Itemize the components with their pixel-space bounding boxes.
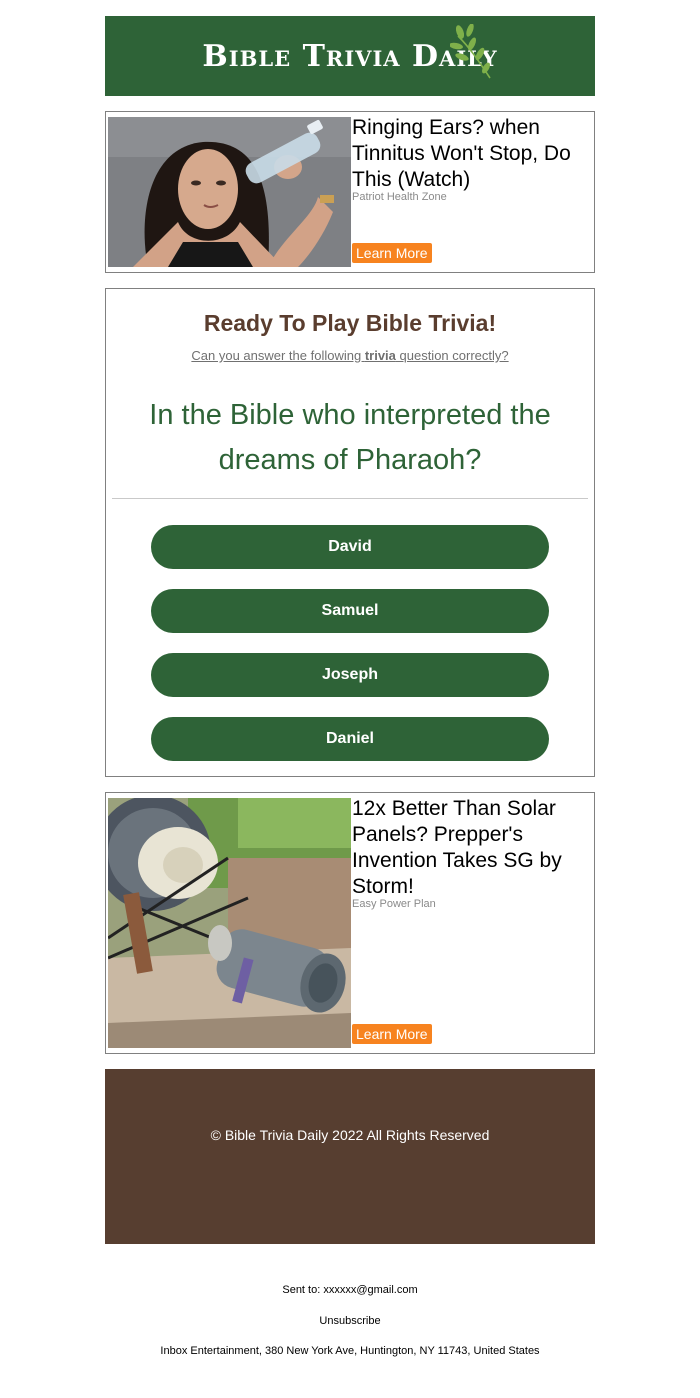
quiz-subtitle-suffix: question correctly? bbox=[395, 348, 509, 363]
sponsored-ad[interactable]: Ringing Ears? when Tinnitus Won't Stop, … bbox=[105, 111, 595, 273]
postal-address: Inbox Entertainment, 380 New York Ave, H… bbox=[160, 1345, 540, 1357]
trivia-card: Ready To Play Bible Trivia! Can you answ… bbox=[105, 288, 595, 777]
sent-to-text: Sent to: xxxxxx@gmail.com bbox=[282, 1284, 418, 1296]
quiz-subtitle-bold: trivia bbox=[364, 348, 396, 363]
answer-button-daniel[interactable]: Daniel bbox=[151, 717, 549, 761]
learn-more-button[interactable]: Learn More bbox=[352, 1024, 432, 1044]
header-banner[interactable]: Bible Trivia Daily bbox=[105, 16, 595, 96]
answer-button-david[interactable]: David bbox=[151, 525, 549, 569]
unsubscribe-link[interactable]: Unsubscribe bbox=[0, 1315, 700, 1327]
footer-banner: © Bible Trivia Daily 2022 All Rights Res… bbox=[105, 1069, 595, 1244]
quiz-subtitle-link[interactable]: Can you answer the following trivia ques… bbox=[106, 348, 594, 363]
quiz-heading: Ready To Play Bible Trivia! bbox=[203, 310, 497, 336]
answer-button-joseph[interactable]: Joseph bbox=[151, 653, 549, 697]
learn-more-button[interactable]: Learn More bbox=[352, 243, 432, 263]
divider bbox=[112, 498, 588, 499]
woman-with-water-bottle-photo bbox=[108, 117, 351, 267]
quiz-subtitle-prefix: Can you answer the following bbox=[191, 348, 365, 363]
ad-sponsor: Easy Power Plan bbox=[352, 898, 436, 910]
ad-sponsor: Patriot Health Zone bbox=[352, 191, 447, 203]
trivia-question: In the Bible who interpreted the dreams … bbox=[149, 399, 551, 476]
ad-image[interactable] bbox=[108, 798, 351, 1048]
ad-image[interactable] bbox=[108, 117, 351, 267]
answer-button-samuel[interactable]: Samuel bbox=[151, 589, 549, 633]
copyright-text: © Bible Trivia Daily 2022 All Rights Res… bbox=[210, 1126, 490, 1143]
ad-headline[interactable]: 12x Better Than Solar Panels? Prepper's … bbox=[352, 796, 590, 900]
motor-pulley-device-photo bbox=[108, 798, 351, 1048]
ad-headline[interactable]: Ringing Ears? when Tinnitus Won't Stop, … bbox=[352, 115, 590, 193]
olive-branch-icon bbox=[450, 24, 491, 79]
sponsored-ad[interactable]: 12x Better Than Solar Panels? Prepper's … bbox=[105, 792, 595, 1054]
